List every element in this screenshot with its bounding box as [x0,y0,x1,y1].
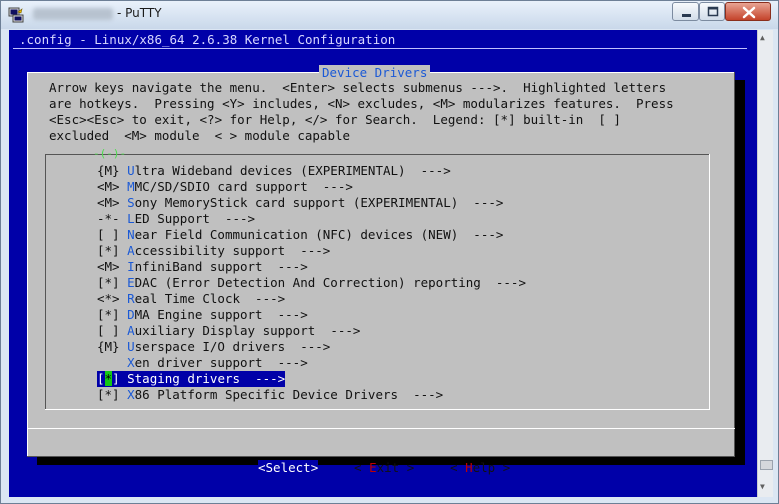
maximize-button[interactable] [699,2,725,21]
list-border-top [45,154,710,155]
menu-item-userspace-io[interactable]: {M} Userspace I/O drivers ---> [97,339,330,355]
minimize-icon [682,14,691,17]
selection-prefix: [*] [97,371,128,386]
menu-item-ultra-wideband[interactable]: {M} Ultra Wideband devices (EXPERIMENTAL… [97,163,451,179]
menu-list[interactable]: -(-)- {M} Ultra Wideband devices (EXPERI… [45,147,710,410]
menu-item-nfc[interactable]: [ ] Near Field Communication (NFC) devic… [97,227,503,243]
menu-item-memorystick[interactable]: <M> Sony MemoryStick card support (EXPER… [97,195,503,211]
scroll-up-icon[interactable]: ▲ [760,33,765,42]
menu-item-xen-driver[interactable]: Xen driver support ---> [97,355,308,371]
exit-button[interactable]: < Exit > [354,460,414,476]
menu-item-mmc-sd-sdio[interactable]: <M> MMC/SD/SDIO card support ---> [97,179,353,195]
list-scroll-marker: -(-)- [93,147,127,160]
maximize-icon [707,6,719,17]
dialog-border-bottom [27,456,735,457]
dialog-shadow-right [735,80,745,465]
dialog-separator [27,428,735,429]
scroll-down-icon[interactable]: ▼ [760,482,765,491]
dialog-border-right [734,72,735,457]
config-title-rule [13,48,747,49]
text-cursor: * [104,371,113,386]
list-border-right [709,154,710,410]
dialog-title: Device Drivers [319,65,431,80]
vertical-scrollbar[interactable]: ▲ ▼ [757,30,773,497]
menu-item-real-time-clock[interactable]: <*> Real Time Clock ---> [97,291,285,307]
list-border-bottom [45,409,710,410]
menu-item-infiniband[interactable]: <M> InfiniBand support ---> [97,259,308,275]
menu-item-accessibility[interactable]: [*] Accessibility support ---> [97,243,330,259]
close-button[interactable] [725,2,771,21]
help-text: Arrow keys navigate the menu. <Enter> se… [49,80,674,143]
menu-item-dma-engine[interactable]: [*] DMA Engine support ---> [97,307,308,323]
config-title: .config - Linux/x86_64 2.6.38 Kernel Con… [19,32,396,47]
redacted-hostname [33,8,113,20]
scrollbar-thumb[interactable] [760,460,773,470]
help-button[interactable]: < Help > [450,460,510,476]
menu-item-x86-platform[interactable]: [*] X86 Platform Specific Device Drivers… [97,387,443,403]
select-button[interactable]: <Select> [258,460,319,476]
dialog-border-left [27,72,28,457]
menu-item-staging-drivers[interactable]: [*] Staging drivers ---> [97,371,286,387]
button-row: <Select> < Exit > < Help > [27,460,735,476]
menu-item-auxiliary-display[interactable]: [ ] Auxiliary Display support ---> [97,323,360,339]
close-icon [742,6,756,19]
putty-window: - PuTTY .config - Linux/x86_64 2.6.38 Ke… [0,0,779,504]
putty-icon[interactable] [8,7,24,23]
window-title: - PuTTY [117,6,162,20]
menu-item-led-support[interactable]: -*- LED Support ---> [97,211,255,227]
list-border-left [45,154,46,410]
terminal-area[interactable]: .config - Linux/x86_64 2.6.38 Kernel Con… [9,30,757,497]
minimize-button[interactable] [672,2,699,21]
menu-item-edac[interactable]: [*] EDAC (Error Detection And Correction… [97,275,526,291]
device-drivers-dialog: Device Drivers Arrow keys navigate the m… [27,65,735,476]
title-bar[interactable]: - PuTTY [1,1,778,29]
